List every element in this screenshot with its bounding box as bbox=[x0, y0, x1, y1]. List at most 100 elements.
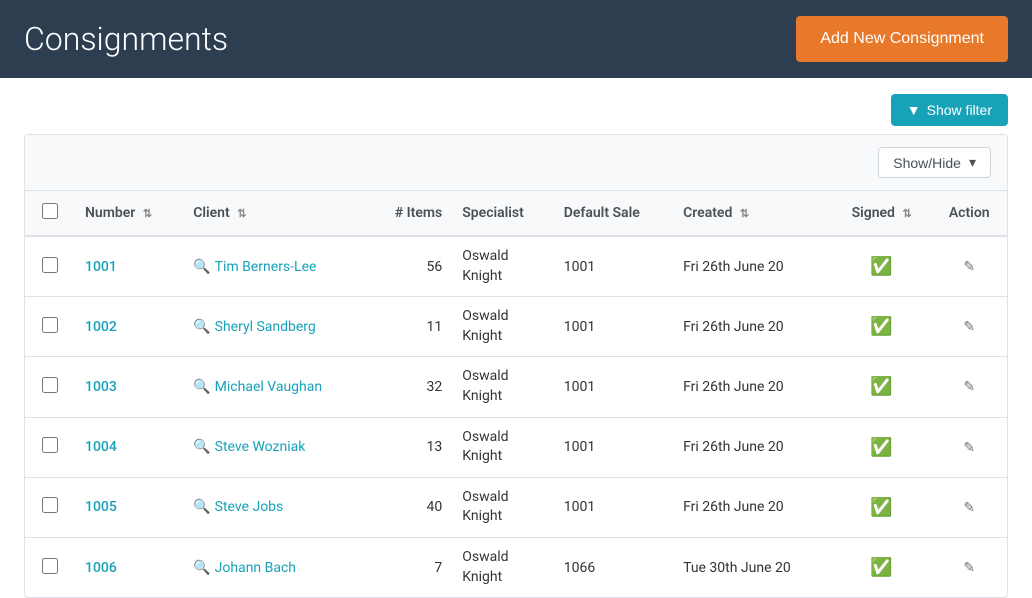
edit-button[interactable]: ✎ bbox=[955, 314, 983, 339]
consignment-number-link[interactable]: 1002 bbox=[85, 319, 117, 335]
row-checkbox-cell bbox=[25, 357, 75, 417]
row-created: Tue 30th June 20 bbox=[673, 537, 832, 597]
consignment-number-link[interactable]: 1004 bbox=[85, 439, 117, 455]
select-all-checkbox[interactable] bbox=[42, 203, 58, 219]
add-consignment-button[interactable]: Add New Consignment bbox=[796, 16, 1008, 62]
client-search-icon: 🔍 bbox=[193, 560, 210, 576]
table-row: 1006🔍Johann Bach7OswaldKnight1066Tue 30t… bbox=[25, 537, 1007, 597]
client-search-icon: 🔍 bbox=[193, 499, 210, 515]
row-checkbox-cell bbox=[25, 537, 75, 597]
specialist-column-header: Specialist bbox=[452, 191, 553, 236]
client-sort-icon: ⇅ bbox=[237, 207, 246, 220]
show-filter-label: Show filter bbox=[927, 102, 992, 118]
row-checkbox-cell bbox=[25, 236, 75, 297]
row-items: 32 bbox=[368, 357, 452, 417]
client-column-header: Client ⇅ bbox=[183, 191, 368, 236]
row-default-sale: 1001 bbox=[554, 297, 673, 357]
table-row: 1004🔍Steve Wozniak13OswaldKnight1001Fri … bbox=[25, 417, 1007, 477]
row-checkbox-cell bbox=[25, 477, 75, 537]
row-checkbox-5[interactable] bbox=[42, 558, 58, 574]
table-body: 1001🔍Tim Berners-Lee56OswaldKnight1001Fr… bbox=[25, 236, 1007, 597]
filter-toolbar: ▼ Show filter bbox=[0, 78, 1032, 134]
client-link[interactable]: 🔍 Michael Vaughan bbox=[193, 379, 358, 395]
client-name: Johann Bach bbox=[215, 560, 296, 576]
row-items: 13 bbox=[368, 417, 452, 477]
client-link[interactable]: 🔍Tim Berners-Lee bbox=[193, 259, 358, 275]
row-specialist: OswaldKnight bbox=[452, 236, 553, 297]
client-search-icon: 🔍 bbox=[193, 439, 210, 455]
row-default-sale: 1001 bbox=[554, 417, 673, 477]
row-created: Fri 26th June 20 bbox=[673, 236, 832, 297]
row-checkbox-4[interactable] bbox=[42, 497, 58, 513]
row-default-sale: 1001 bbox=[554, 357, 673, 417]
signed-check-icon: ✅ bbox=[870, 376, 892, 397]
signed-check-icon: ✅ bbox=[870, 316, 892, 337]
client-search-icon: 🔍 bbox=[193, 319, 210, 335]
client-link[interactable]: 🔍 Sheryl Sandberg bbox=[193, 319, 358, 335]
row-signed: ✅ bbox=[832, 537, 932, 597]
row-created: Fri 26th June 20 bbox=[673, 477, 832, 537]
row-action: ✎ bbox=[931, 537, 1007, 597]
show-hide-button[interactable]: Show/Hide ▾ bbox=[878, 147, 991, 178]
row-signed: ✅ bbox=[832, 297, 932, 357]
row-client: 🔍 Johann Bach bbox=[183, 537, 368, 597]
row-client: 🔍 Steve Wozniak bbox=[183, 417, 368, 477]
row-default-sale: 1066 bbox=[554, 537, 673, 597]
row-action: ✎ bbox=[931, 477, 1007, 537]
table-toolbar: Show/Hide ▾ bbox=[25, 135, 1007, 191]
row-number: 1001 bbox=[75, 236, 183, 297]
edit-button[interactable]: ✎ bbox=[955, 374, 983, 399]
edit-button[interactable]: ✎ bbox=[955, 495, 983, 520]
row-checkbox-3[interactable] bbox=[42, 437, 58, 453]
row-default-sale: 1001 bbox=[554, 236, 673, 297]
row-specialist: OswaldKnight bbox=[452, 297, 553, 357]
edit-button[interactable]: ✎ bbox=[955, 254, 983, 279]
select-all-header bbox=[25, 191, 75, 236]
row-number: 1006 bbox=[75, 537, 183, 597]
row-checkbox-2[interactable] bbox=[42, 377, 58, 393]
signed-check-icon: ✅ bbox=[870, 497, 892, 518]
client-name: Steve Wozniak bbox=[215, 439, 306, 455]
created-column-header: Created ⇅ bbox=[673, 191, 832, 236]
show-filter-button[interactable]: ▼ Show filter bbox=[891, 94, 1008, 126]
row-action: ✎ bbox=[931, 417, 1007, 477]
edit-button[interactable]: ✎ bbox=[955, 555, 983, 580]
row-signed: ✅ bbox=[832, 236, 932, 297]
row-signed: ✅ bbox=[832, 477, 932, 537]
client-name: Tim Berners-Lee bbox=[215, 259, 317, 275]
consignment-number-link[interactable]: 1001 bbox=[85, 259, 117, 275]
row-items: 7 bbox=[368, 537, 452, 597]
client-link[interactable]: 🔍Steve Jobs bbox=[193, 499, 358, 515]
items-column-header: # Items bbox=[368, 191, 452, 236]
consignment-number-link[interactable]: 1005 bbox=[85, 499, 117, 515]
row-items: 56 bbox=[368, 236, 452, 297]
signed-check-icon: ✅ bbox=[870, 557, 892, 578]
row-action: ✎ bbox=[931, 236, 1007, 297]
consignment-number-link[interactable]: 1003 bbox=[85, 379, 117, 395]
row-checkbox-1[interactable] bbox=[42, 317, 58, 333]
row-number: 1004 bbox=[75, 417, 183, 477]
row-created: Fri 26th June 20 bbox=[673, 357, 832, 417]
signed-check-icon: ✅ bbox=[870, 437, 892, 458]
row-action: ✎ bbox=[931, 297, 1007, 357]
client-name: Michael Vaughan bbox=[215, 379, 322, 395]
signed-sort-icon: ⇅ bbox=[902, 207, 911, 220]
table-row: 1003🔍Michael Vaughan32OswaldKnight1001Fr… bbox=[25, 357, 1007, 417]
row-default-sale: 1001 bbox=[554, 477, 673, 537]
row-checkbox-0[interactable] bbox=[42, 257, 58, 273]
consignments-table: Number ⇅ Client ⇅ # Items Specialist Def… bbox=[25, 191, 1007, 597]
table-header: Number ⇅ Client ⇅ # Items Specialist Def… bbox=[25, 191, 1007, 236]
client-name: Sheryl Sandberg bbox=[215, 319, 316, 335]
client-search-icon: 🔍 bbox=[193, 379, 210, 395]
client-link[interactable]: 🔍 Steve Wozniak bbox=[193, 439, 358, 455]
table-row: 1005🔍Steve Jobs40OswaldKnight1001Fri 26t… bbox=[25, 477, 1007, 537]
filter-icon: ▼ bbox=[907, 102, 921, 118]
client-link[interactable]: 🔍 Johann Bach bbox=[193, 560, 358, 576]
consignment-number-link[interactable]: 1006 bbox=[85, 560, 117, 576]
row-items: 11 bbox=[368, 297, 452, 357]
table-row: 1002🔍Sheryl Sandberg11OswaldKnight1001Fr… bbox=[25, 297, 1007, 357]
row-client: 🔍Tim Berners-Lee bbox=[183, 236, 368, 297]
page-title: Consignments bbox=[24, 20, 228, 58]
edit-button[interactable]: ✎ bbox=[955, 435, 983, 460]
page-header: Consignments Add New Consignment bbox=[0, 0, 1032, 78]
